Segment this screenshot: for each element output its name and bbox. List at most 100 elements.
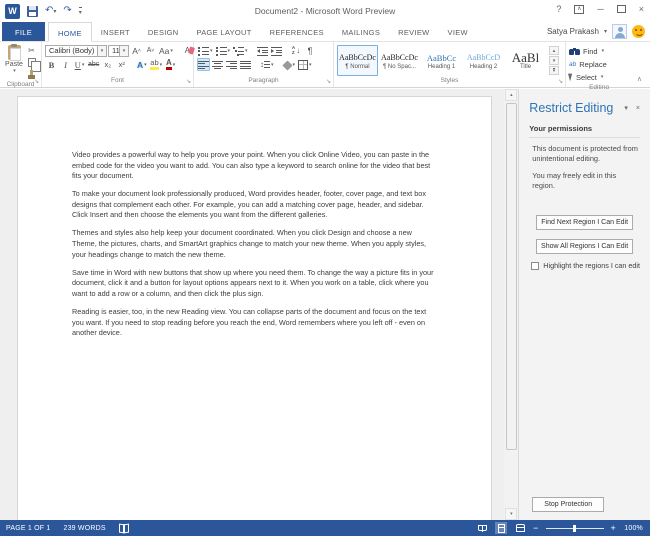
style-normal[interactable]: AaBbCcDc ¶ Normal — [337, 45, 378, 76]
styles-scroll-up-button[interactable]: ▴ — [549, 46, 559, 55]
show-all-regions-button[interactable]: Show All Regions I Can Edit — [536, 239, 634, 255]
save-icon[interactable] — [27, 5, 38, 17]
increase-indent-button[interactable] — [270, 44, 283, 57]
paste-button[interactable]: Paste ▾ — [3, 44, 25, 80]
stop-protection-button[interactable]: Stop Protection — [532, 497, 605, 512]
scroll-down-icon[interactable]: ▾ — [505, 508, 518, 520]
tab-mailings[interactable]: MAILINGS — [333, 22, 389, 41]
web-layout-button[interactable] — [514, 522, 526, 534]
line-spacing-button[interactable]: ↕ ▾ — [259, 58, 275, 71]
shading-button[interactable]: ▾ — [281, 58, 297, 71]
align-left-button[interactable] — [197, 58, 210, 71]
collapse-ribbon-icon[interactable]: ∧ — [637, 75, 642, 83]
align-center-button[interactable] — [211, 58, 224, 71]
send-a-smile-icon[interactable] — [632, 25, 645, 38]
undo-caret-icon: ▾ — [53, 8, 57, 15]
tab-page-layout[interactable]: PAGE LAYOUT — [187, 22, 260, 41]
pane-close-icon[interactable]: × — [636, 105, 640, 112]
document-text[interactable]: Video provides a powerful way to help yo… — [72, 150, 438, 339]
font-size-select[interactable]: 11 ▾ — [108, 44, 129, 57]
cut-button[interactable]: ✂ — [25, 45, 38, 56]
print-layout-button[interactable] — [495, 522, 508, 534]
status-bar: PAGE 1 OF 1 239 WORDS − + 100% — [0, 520, 650, 536]
restore-button[interactable] — [616, 5, 626, 13]
justify-button[interactable] — [239, 58, 252, 71]
help-button[interactable]: ? — [556, 3, 561, 15]
tab-design[interactable]: DESIGN — [139, 22, 188, 41]
grow-font-button[interactable]: A ˄ — [130, 44, 143, 57]
zoom-slider[interactable] — [545, 523, 604, 533]
replace-button[interactable]: ab Replace — [569, 58, 607, 70]
clear-formatting-button[interactable]: A — [181, 44, 194, 57]
pane-options-caret-icon[interactable]: ▾ — [624, 104, 628, 112]
subscript-button[interactable]: x₂ — [101, 58, 114, 71]
styles-scroll-down-button[interactable]: ▾ — [549, 56, 559, 65]
undo-button[interactable]: ↶ ▾ — [45, 5, 56, 17]
word-count[interactable]: 239 WORDS — [63, 525, 105, 532]
highlight-regions-checkbox[interactable] — [531, 261, 540, 270]
tab-view[interactable]: VIEW — [439, 22, 477, 41]
zoom-slider-thumb[interactable] — [572, 524, 576, 532]
show-hide-marks-button[interactable]: ¶ — [304, 44, 317, 57]
scrollbar-thumb[interactable] — [505, 103, 517, 450]
tab-home[interactable]: HOME — [48, 22, 92, 42]
ribbon-display-options-button[interactable]: ∧ — [574, 4, 585, 14]
multilevel-list-button[interactable]: ▾ — [232, 44, 249, 57]
scroll-up-icon[interactable]: ▴ — [505, 89, 518, 101]
find-next-region-button[interactable]: Find Next Region I Can Edit — [536, 215, 634, 231]
subscript-icon: x₂ — [104, 60, 112, 69]
numbering-caret-icon: ▾ — [227, 47, 231, 54]
bullets-button[interactable]: ▾ — [197, 44, 214, 57]
document-page[interactable]: Video provides a powerful way to help yo… — [17, 96, 492, 520]
zoom-out-button[interactable]: − — [533, 523, 538, 533]
shrink-font-button[interactable]: A ˅ — [144, 44, 157, 57]
paragraph-dialog-launcher-icon[interactable]: ↘ — [326, 78, 331, 86]
tab-insert[interactable]: INSERT — [92, 22, 139, 41]
proofing-icon[interactable] — [119, 524, 129, 532]
highlight-color-button[interactable]: ab ▾ — [149, 58, 163, 71]
styles-dialog-launcher-icon[interactable]: ↘ — [558, 78, 563, 86]
qat-customize-icon[interactable]: ▾ — [78, 6, 82, 16]
zoom-in-button[interactable]: + — [611, 523, 616, 533]
find-button[interactable]: Find ▾ — [569, 45, 607, 57]
style-no-spacing[interactable]: AaBbCcDc ¶ No Spac... — [379, 45, 420, 76]
account-name[interactable]: Satya Prakash — [547, 27, 599, 36]
superscript-button[interactable]: x² — [115, 58, 128, 71]
select-button[interactable]: Select ▾ — [568, 71, 607, 83]
avatar[interactable] — [612, 24, 627, 39]
clipboard-dialog-launcher-icon[interactable]: ↘ — [34, 78, 39, 86]
font-dialog-launcher-icon[interactable]: ↘ — [186, 78, 191, 86]
close-button[interactable]: × — [639, 3, 644, 15]
font-family-select[interactable]: Calibri (Body) ▾ — [45, 44, 107, 57]
vertical-scrollbar[interactable]: ▴ ▾ — [504, 89, 519, 520]
change-case-button[interactable]: Aa ▾ — [158, 44, 174, 57]
tab-review[interactable]: REVIEW — [389, 22, 438, 41]
style-title[interactable]: AaBl Title — [505, 45, 546, 76]
tab-references[interactable]: REFERENCES — [261, 22, 333, 41]
word-logo-icon[interactable]: W — [5, 3, 20, 19]
strikethrough-button[interactable]: abc — [87, 58, 100, 71]
paragraph: Video provides a powerful way to help yo… — [72, 150, 431, 181]
zoom-level[interactable]: 100% — [623, 525, 643, 532]
bold-button[interactable]: B — [45, 58, 58, 71]
read-mode-button[interactable] — [476, 522, 488, 534]
borders-button[interactable]: ▾ — [297, 58, 313, 71]
minimize-button[interactable]: ─ — [597, 3, 603, 15]
italic-button[interactable]: I — [59, 58, 72, 71]
numbering-button[interactable]: ▾ — [215, 44, 232, 57]
account-caret-icon[interactable]: ▾ — [604, 28, 607, 35]
underline-button[interactable]: U ▾ — [73, 58, 86, 71]
styles-more-button[interactable]: ▾ — [549, 66, 559, 75]
decrease-indent-button[interactable] — [256, 44, 269, 57]
align-right-button[interactable] — [225, 58, 238, 71]
style-heading2[interactable]: AaBbCcD Heading 2 — [463, 45, 504, 76]
tab-file[interactable]: FILE — [2, 22, 46, 41]
page-count[interactable]: PAGE 1 OF 1 — [6, 525, 50, 532]
style-heading1[interactable]: AaBbCc Heading 1 — [421, 45, 462, 76]
redo-icon[interactable]: ↷ — [63, 5, 71, 17]
sort-button[interactable]: AZ ↓ — [290, 44, 303, 57]
font-color-button[interactable]: A ▾ — [164, 58, 177, 71]
text-effects-button[interactable]: A ▾ — [135, 58, 148, 71]
copy-button[interactable] — [25, 57, 41, 72]
styles-group-label: Styles — [440, 77, 459, 84]
